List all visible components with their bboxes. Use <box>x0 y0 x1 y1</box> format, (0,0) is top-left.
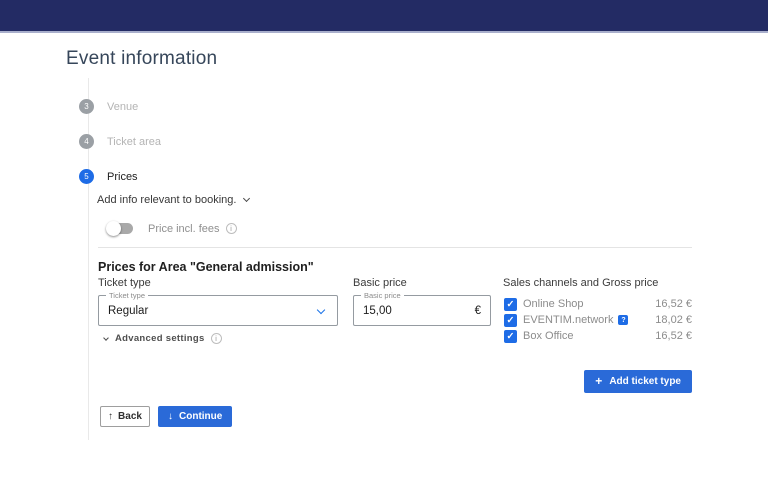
stepper-step-ticket-area[interactable]: 4 Ticket area <box>79 134 161 149</box>
top-navbar <box>0 0 768 33</box>
channel-label: Online Shop <box>523 298 584 310</box>
up-arrow-icon: ↑ <box>108 411 113 422</box>
step-label: Venue <box>107 101 138 113</box>
eventim-network-checkbox[interactable]: ✓ <box>504 314 517 327</box>
gross-price: 16,52 € <box>655 330 692 342</box>
column-header-basic-price: Basic price <box>353 277 407 289</box>
stepper-step-prices[interactable]: 5 Prices <box>79 169 138 184</box>
online-shop-checkbox[interactable]: ✓ <box>504 298 517 311</box>
area-prices-heading: Prices for Area "General admission" <box>98 260 314 274</box>
stepper-step-venue[interactable]: 3 Venue <box>79 99 138 114</box>
booking-info-label: Add info relevant to booking. <box>97 194 236 206</box>
step-number-badge: 5 <box>79 169 94 184</box>
basic-price-floating-label: Basic price <box>361 291 404 300</box>
price-incl-fees-label: Price incl. fees <box>148 223 220 235</box>
plus-icon: + <box>595 374 602 388</box>
basic-price-value: 15,00 <box>363 305 392 317</box>
price-incl-fees-toggle[interactable] <box>106 221 135 236</box>
add-ticket-type-label: Add ticket type <box>609 376 681 387</box>
advanced-settings-expander[interactable]: Advanced settings i <box>104 333 222 344</box>
basic-price-input[interactable]: Basic price 15,00 € <box>353 295 491 326</box>
gross-price: 16,52 € <box>655 298 692 310</box>
continue-label: Continue <box>179 411 222 422</box>
section-divider <box>98 247 692 248</box>
info-icon[interactable]: i <box>211 333 222 344</box>
sales-channel-row-box-office: ✓ Box Office 16,52 € <box>504 329 692 343</box>
gross-price: 18,02 € <box>655 314 692 326</box>
box-office-checkbox[interactable]: ✓ <box>504 330 517 343</box>
add-ticket-type-button[interactable]: + Add ticket type <box>584 370 692 393</box>
currency-suffix: € <box>475 305 481 317</box>
step-label: Prices <box>107 171 138 183</box>
continue-button[interactable]: ↓ Continue <box>158 406 232 427</box>
back-label: Back <box>118 411 142 422</box>
step-label: Ticket area <box>107 136 161 148</box>
step-number-badge: 4 <box>79 134 94 149</box>
add-booking-info-expander[interactable]: Add info relevant to booking. <box>97 194 249 206</box>
channel-label: EVENTIM.network <box>523 314 613 326</box>
sales-channel-row-online-shop: ✓ Online Shop 16,52 € <box>504 297 692 311</box>
ticket-type-select[interactable]: Ticket type Regular <box>98 295 338 326</box>
toggle-knob <box>106 221 121 236</box>
info-icon[interactable]: i <box>226 223 237 234</box>
column-header-sales-channels: Sales channels and Gross price <box>503 277 658 289</box>
chevron-down-icon <box>103 335 109 341</box>
back-button[interactable]: ↑ Back <box>100 406 150 427</box>
event-information-page: Event information 3 Venue 4 Ticket area … <box>0 0 768 496</box>
ticket-type-floating-label: Ticket type <box>106 291 148 300</box>
sales-channel-row-eventim-network: ✓ EVENTIM.network ? 18,02 € <box>504 313 692 327</box>
help-badge-icon[interactable]: ? <box>618 315 628 325</box>
chevron-down-icon <box>243 195 250 202</box>
ticket-type-selected-value: Regular <box>108 305 148 317</box>
down-arrow-icon: ↓ <box>168 411 173 422</box>
price-incl-fees-row: Price incl. fees i <box>106 221 237 236</box>
chevron-down-icon <box>317 306 325 314</box>
stepper-connector-line <box>88 78 89 440</box>
channel-label: Box Office <box>523 330 574 342</box>
step-number-badge: 3 <box>79 99 94 114</box>
column-header-ticket-type: Ticket type <box>98 277 151 289</box>
advanced-settings-label: Advanced settings <box>115 333 205 344</box>
page-title: Event information <box>66 48 217 70</box>
